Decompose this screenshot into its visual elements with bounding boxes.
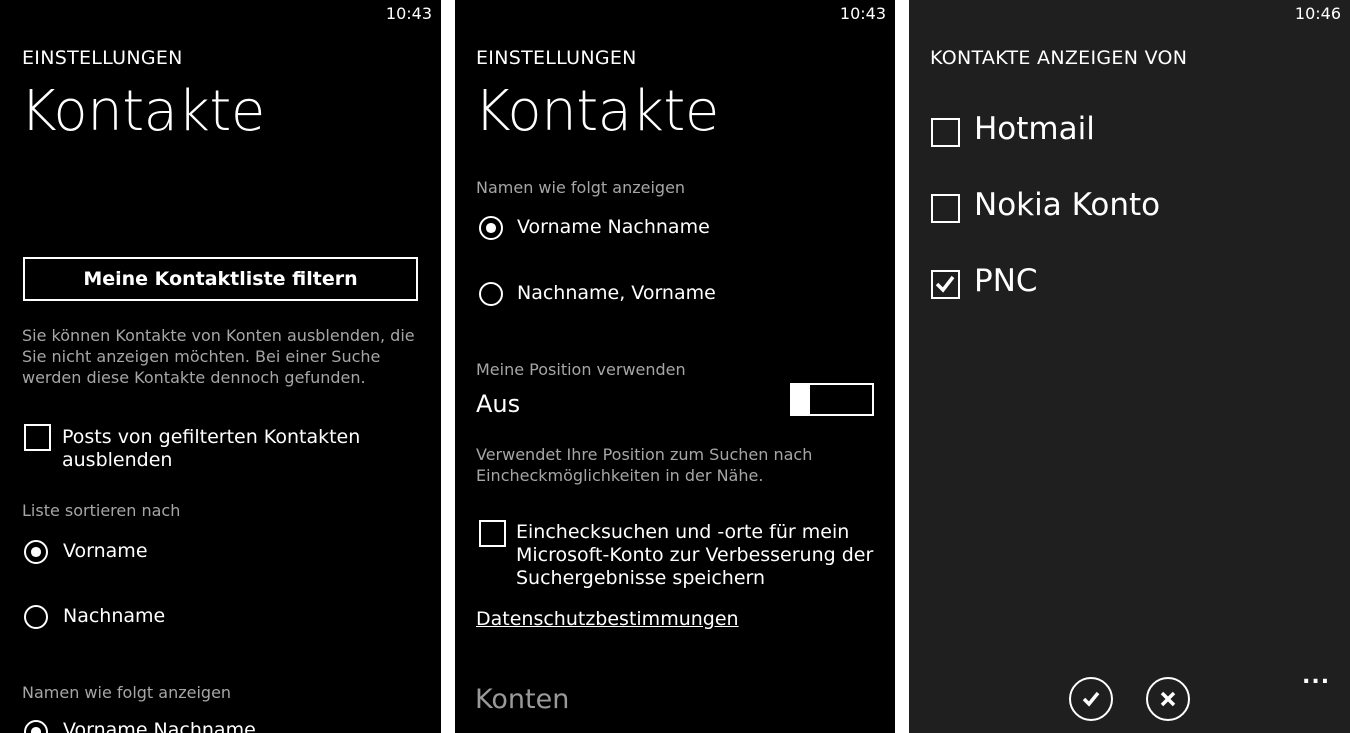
- cancel-button[interactable]: [1146, 677, 1190, 721]
- close-icon: [1160, 691, 1176, 707]
- contacts-source-picker-screen: 10:46 KONTAKTE ANZEIGEN VON Hotmail Noki…: [909, 0, 1350, 733]
- names-option-label: Vorname Nachname: [63, 719, 256, 733]
- radio-unselected-icon[interactable]: [479, 282, 503, 306]
- checkmark-icon: [935, 275, 955, 293]
- filter-description: Sie können Kontakte von Konten ausblende…: [22, 326, 415, 387]
- radio-selected-icon[interactable]: [24, 540, 48, 564]
- more-menu-ellipsis[interactable]: ...: [1302, 664, 1330, 689]
- sort-option-label: Vorname: [63, 540, 148, 562]
- page-title: Kontakte: [20, 79, 265, 144]
- account-label: Nokia Konto: [974, 187, 1161, 223]
- account-label: PNC: [974, 263, 1038, 299]
- hide-posts-checkbox[interactable]: [24, 424, 51, 451]
- names-display-label: Namen wie folgt anzeigen: [22, 683, 232, 702]
- hide-posts-label: Posts von gefilterten Kontakten ausblend…: [62, 426, 361, 471]
- account-checkbox[interactable]: [931, 270, 960, 299]
- picker-header: KONTAKTE ANZEIGEN VON: [930, 47, 1188, 69]
- section-title: EINSTELLUNGEN: [476, 47, 637, 69]
- status-clock: 10:46: [1294, 4, 1341, 23]
- position-description: Verwendet Ihre Position zum Suchen nach …: [476, 445, 813, 485]
- radio-selected-icon[interactable]: [479, 216, 503, 240]
- checkin-save-label: Einchecksuchen und -orte für mein Micros…: [516, 521, 874, 589]
- filter-contacts-button[interactable]: Meine Kontaktliste filtern: [23, 257, 418, 301]
- account-checkbox[interactable]: [931, 194, 960, 223]
- privacy-link[interactable]: Datenschutzbestimmungen: [476, 608, 739, 630]
- section-title: EINSTELLUNGEN: [22, 47, 183, 69]
- position-state: Aus: [476, 390, 521, 418]
- checkin-save-checkbox[interactable]: [479, 520, 506, 547]
- filter-contacts-button-label: Meine Kontaktliste filtern: [83, 268, 358, 290]
- confirm-button[interactable]: [1069, 677, 1113, 721]
- sort-label: Liste sortieren nach: [22, 501, 181, 520]
- names-option-label: Nachname, Vorname: [517, 282, 716, 304]
- settings-contacts-screen-2: 10:43 EINSTELLUNGEN Kontakte Namen wie f…: [455, 0, 895, 733]
- position-label: Meine Position verwenden: [476, 360, 686, 379]
- accounts-heading: Konten: [475, 684, 570, 715]
- names-option-label: Vorname Nachname: [517, 216, 710, 238]
- checkmark-icon: [1082, 691, 1100, 707]
- status-clock: 10:43: [385, 4, 432, 23]
- settings-contacts-screen-1: 10:43 EINSTELLUNGEN Kontakte Meine Konta…: [0, 0, 441, 733]
- account-checkbox[interactable]: [931, 118, 960, 147]
- radio-unselected-icon[interactable]: [24, 605, 48, 629]
- position-toggle-switch[interactable]: [790, 383, 874, 416]
- toggle-thumb[interactable]: [790, 383, 810, 416]
- account-label: Hotmail: [974, 111, 1095, 147]
- names-display-label: Namen wie folgt anzeigen: [476, 178, 686, 197]
- page-title: Kontakte: [474, 79, 719, 144]
- status-clock: 10:43: [839, 4, 886, 23]
- radio-selected-icon[interactable]: [24, 720, 48, 733]
- sort-option-label: Nachname: [63, 605, 166, 627]
